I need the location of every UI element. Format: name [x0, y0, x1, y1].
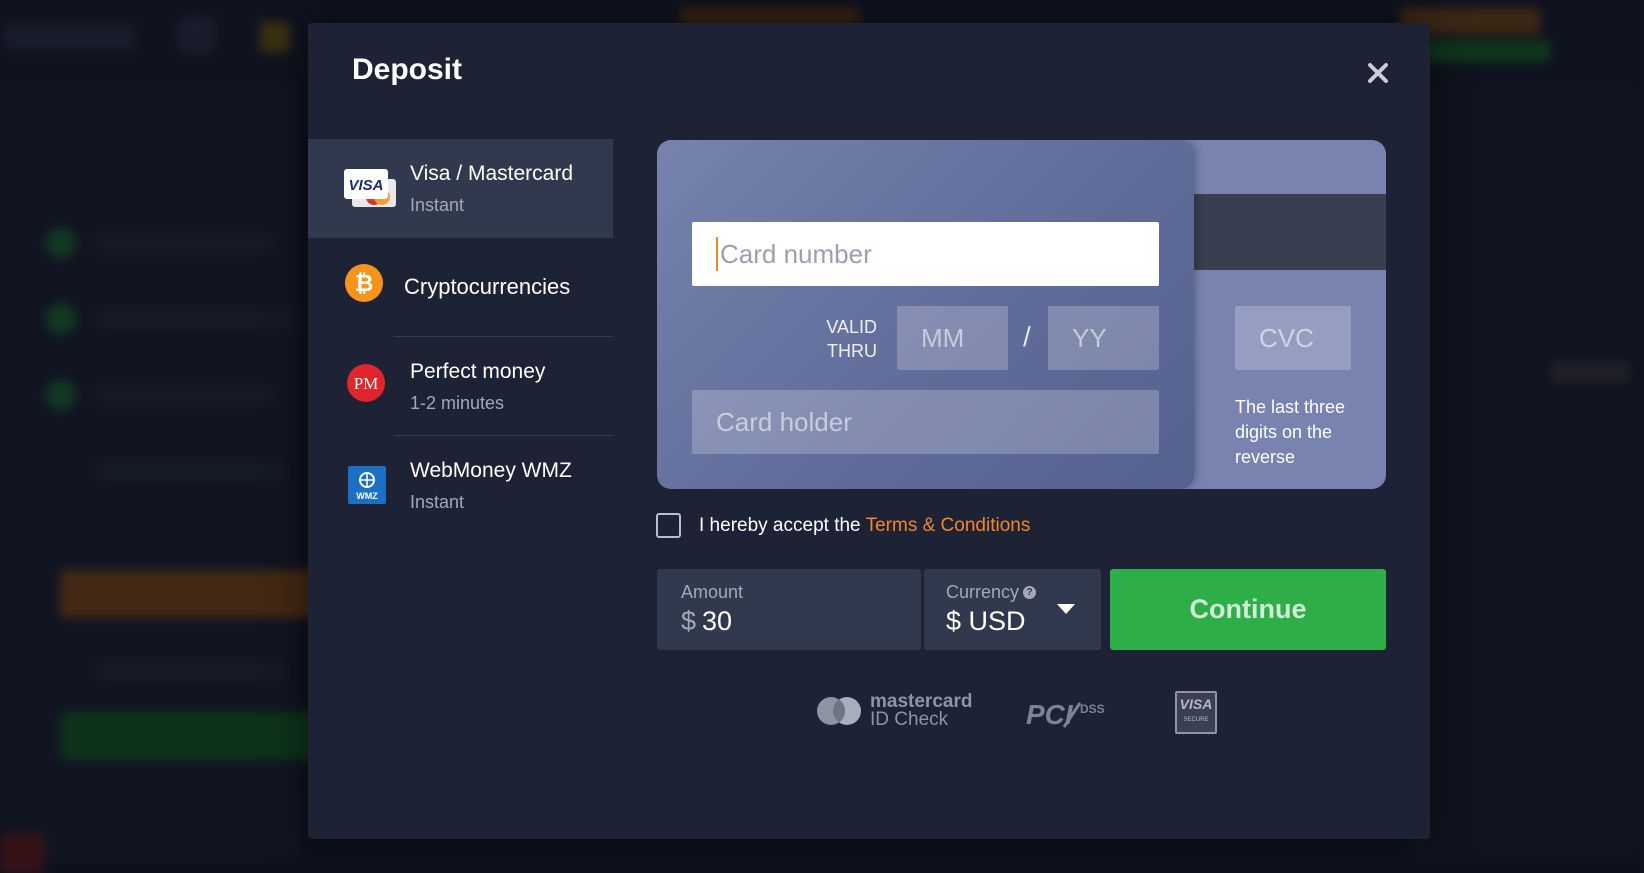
- amount-label: Amount: [681, 582, 744, 602]
- method-time: Instant: [410, 492, 465, 512]
- visa-mastercard-icon: VISA: [344, 169, 398, 209]
- svg-text:VISA: VISA: [348, 177, 383, 194]
- method-name: Visa / Mastercard: [410, 162, 574, 185]
- trust-badges: mastercard ID Check PCI DSS VISA SECURE: [816, 691, 1276, 747]
- method-time: 1-2 minutes: [410, 393, 505, 413]
- valid-thru-line2: THRU: [827, 341, 877, 361]
- mastercard-id-check-badge: mastercard ID Check: [816, 692, 972, 730]
- expiry-month-placeholder: MM: [921, 322, 965, 353]
- terms-checkbox[interactable]: [656, 513, 681, 538]
- expiry-year-placeholder: YY: [1072, 322, 1107, 353]
- close-icon: [1368, 63, 1388, 83]
- method-perfect-money[interactable]: PM Perfect money 1-2 minutes: [308, 337, 613, 436]
- method-webmoney[interactable]: WMZ WebMoney WMZ Instant: [308, 436, 613, 535]
- visa-secure-line1: VISA: [1179, 696, 1213, 712]
- svg-text:PM: PM: [354, 374, 379, 393]
- perfect-money-icon: PM: [344, 364, 398, 407]
- svg-text:DSS: DSS: [1080, 702, 1105, 716]
- valid-thru-line1: VALID: [826, 317, 877, 337]
- amount-currency-symbol: $: [681, 606, 697, 636]
- bitcoin-icon: ₿: [344, 264, 398, 308]
- currency-select[interactable]: Currency? $ USD: [924, 569, 1101, 650]
- mastercard-line2: ID Check: [870, 709, 949, 730]
- deposit-modal: Deposit VISA Visa / Mastercard Instant ₿…: [308, 23, 1430, 839]
- terms-link[interactable]: Terms & Conditions: [866, 515, 1031, 536]
- method-time: Instant: [410, 195, 465, 215]
- amount-field[interactable]: Amount $30: [657, 569, 921, 650]
- visa-secure-badge: VISA SECURE: [1175, 691, 1217, 734]
- valid-thru-label: VALID THRU: [797, 315, 877, 363]
- mastercard-icon: [817, 697, 861, 725]
- method-cryptocurrencies[interactable]: ₿ Cryptocurrencies: [308, 238, 613, 337]
- cvc-hint: The last three digits on the reverse: [1235, 397, 1346, 467]
- expiry-year-input[interactable]: YY: [1048, 306, 1159, 370]
- card-visual: Card number VALID THRU MM / YY Card hold…: [657, 140, 1386, 489]
- cvc-input[interactable]: CVC: [1235, 306, 1351, 370]
- close-button[interactable]: [1362, 57, 1394, 89]
- help-icon[interactable]: ?: [1023, 586, 1037, 599]
- chevron-down-icon: [1057, 604, 1075, 614]
- cvc-placeholder: CVC: [1259, 322, 1314, 353]
- currency-label-row: Currency?: [946, 582, 1079, 603]
- pci-dss-badge: PCI DSS: [1026, 697, 1110, 736]
- card-holder-input[interactable]: Card holder: [692, 390, 1159, 454]
- modal-title: Deposit: [352, 53, 463, 86]
- method-visa-mastercard[interactable]: VISA Visa / Mastercard Instant: [308, 139, 613, 238]
- currency-label: Currency: [946, 582, 1020, 602]
- method-name: WebMoney WMZ: [410, 459, 572, 482]
- visa-secure-line2: SECURE: [1183, 717, 1209, 723]
- card-number-input[interactable]: Card number: [692, 222, 1159, 286]
- payment-methods-list: VISA Visa / Mastercard Instant ₿ Cryptoc…: [308, 139, 613, 535]
- mastercard-text: mastercard ID Check: [870, 692, 972, 730]
- continue-button[interactable]: Continue: [1110, 569, 1386, 650]
- card-magnetic-stripe: [1194, 194, 1386, 270]
- method-name: Cryptocurrencies: [404, 274, 571, 299]
- svg-text:₿: ₿: [355, 271, 374, 297]
- text-caret: [716, 237, 718, 271]
- amount-value-row: $30: [681, 606, 897, 637]
- amount-value: 30: [702, 606, 733, 636]
- terms-text: I hereby accept the Terms & Conditions: [699, 515, 1030, 537]
- card-holder-placeholder: Card holder: [716, 406, 852, 437]
- webmoney-icon: WMZ: [344, 466, 398, 506]
- pci-dss-logo: PCI DSS: [1026, 699, 1105, 730]
- expiry-month-input[interactable]: MM: [897, 306, 1008, 370]
- card-number-placeholder: Card number: [720, 238, 872, 269]
- svg-text:WMZ: WMZ: [356, 491, 378, 501]
- method-name: Perfect money: [410, 360, 546, 383]
- terms-label: I hereby accept the: [699, 514, 861, 536]
- expiry-separator: /: [1023, 321, 1031, 352]
- card-front: Card number VALID THRU MM / YY Card hold…: [657, 140, 1194, 489]
- terms-row: I hereby accept the Terms & Conditions: [656, 513, 1030, 538]
